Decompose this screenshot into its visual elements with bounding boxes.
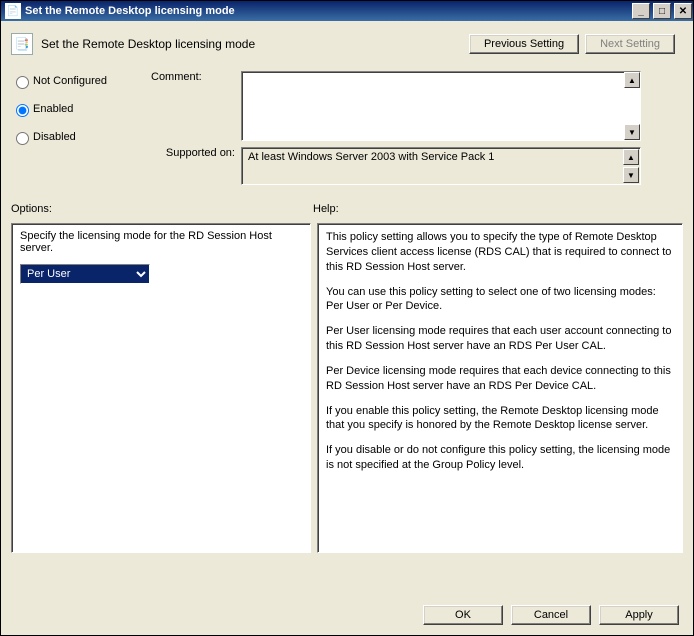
close-button[interactable]: ✕ <box>674 3 692 19</box>
comment-label: Comment: <box>151 71 241 83</box>
help-text: If you enable this policy setting, the R… <box>326 404 674 434</box>
supported-on-box: At least Windows Server 2003 with Servic… <box>241 147 641 185</box>
previous-setting-button[interactable]: Previous Setting <box>469 34 579 54</box>
cancel-button[interactable]: Cancel <box>511 605 591 625</box>
scroll-down-icon[interactable]: ▼ <box>624 124 640 140</box>
title-bar[interactable]: 📄 Set the Remote Desktop licensing mode … <box>1 1 693 21</box>
options-pane: Specify the licensing mode for the RD Se… <box>11 223 311 553</box>
help-text: Per User licensing mode requires that ea… <box>326 324 674 354</box>
scroll-up-icon[interactable]: ▲ <box>624 72 640 88</box>
policy-icon: 📑 <box>11 33 33 55</box>
window-icon: 📄 <box>5 3 21 19</box>
options-prompt: Specify the licensing mode for the RD Se… <box>20 230 302 254</box>
radio-not-configured-input[interactable] <box>16 76 29 89</box>
help-text: If you disable or do not configure this … <box>326 443 674 473</box>
radio-not-configured[interactable]: Not Configured <box>11 73 131 89</box>
help-text: This policy setting allows you to specif… <box>326 230 674 275</box>
scroll-up-icon[interactable]: ▲ <box>623 149 639 165</box>
help-text: You can use this policy setting to selec… <box>326 285 674 315</box>
radio-disabled-input[interactable] <box>16 132 29 145</box>
minimize-button[interactable]: _ <box>632 3 650 19</box>
licensing-mode-select[interactable]: Per User <box>20 264 150 284</box>
options-section-label: Options: <box>11 203 313 215</box>
supported-on-value: At least Windows Server 2003 with Servic… <box>248 151 494 163</box>
comment-textarea[interactable] <box>241 71 641 141</box>
scroll-down-icon[interactable]: ▼ <box>623 167 639 183</box>
policy-title: Set the Remote Desktop licensing mode <box>41 37 255 51</box>
apply-button[interactable]: Apply <box>599 605 679 625</box>
next-setting-button[interactable]: Next Setting <box>585 34 675 54</box>
help-text: Per Device licensing mode requires that … <box>326 364 674 394</box>
radio-enabled[interactable]: Enabled <box>11 101 131 117</box>
radio-enabled-input[interactable] <box>16 104 29 117</box>
help-pane: This policy setting allows you to specif… <box>317 223 683 553</box>
help-section-label: Help: <box>313 203 339 215</box>
state-radio-group: Not Configured Enabled Disabled <box>11 71 131 157</box>
maximize-button[interactable]: □ <box>653 3 671 19</box>
radio-disabled[interactable]: Disabled <box>11 129 131 145</box>
ok-button[interactable]: OK <box>423 605 503 625</box>
window-title: Set the Remote Desktop licensing mode <box>25 5 235 17</box>
supported-on-label: Supported on: <box>151 147 241 159</box>
